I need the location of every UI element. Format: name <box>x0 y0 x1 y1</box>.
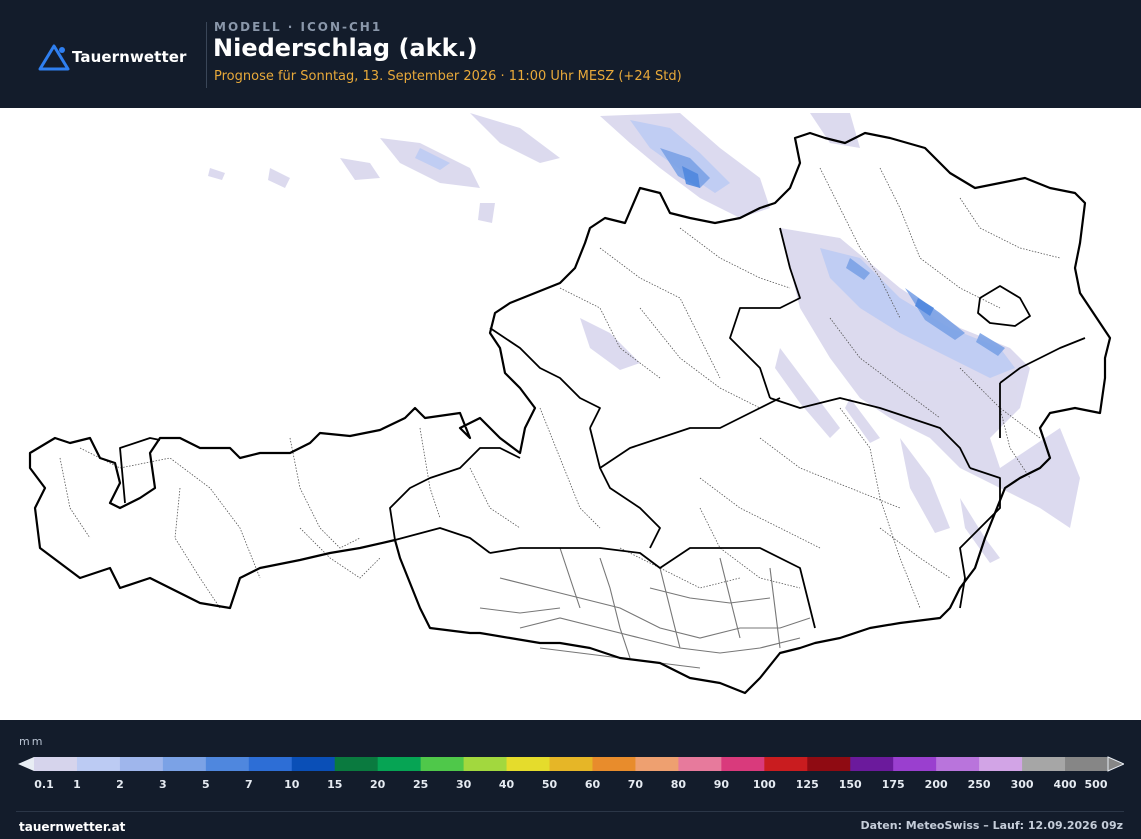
scale-tick-label: 2 <box>116 778 124 791</box>
scale-segment <box>1065 757 1109 771</box>
scale-tick-label: 25 <box>412 778 429 791</box>
scale-tick-label: 300 <box>1010 778 1034 791</box>
scale-tick-label: 0.1 <box>34 778 54 791</box>
color-scale-bar <box>18 756 1124 772</box>
header-bar: Tauernwetter MODELL · ICON-CH1 Niedersch… <box>0 0 1141 108</box>
scale-segment <box>377 757 422 771</box>
scale-tick-label: 3 <box>159 778 167 791</box>
scale-tick-label: 80 <box>670 778 687 791</box>
scale-arrow-high <box>1107 756 1124 772</box>
precipitation-field <box>208 113 1080 563</box>
scale-segment <box>334 757 379 771</box>
scale-arrow-low <box>18 757 34 771</box>
scale-tick-label: 100 <box>752 778 776 791</box>
color-scale-ticks: 0.1 1 2 3 5 7 10 15 20 25 30 40 50 60 70 80 90 100 125 150 1… <box>0 778 1141 792</box>
scale-segment <box>592 757 636 771</box>
scale-segment <box>506 757 551 771</box>
scale-segment <box>979 757 1023 771</box>
site-link[interactable]: tauernwetter.at <box>19 820 125 834</box>
scale-segment <box>721 757 765 771</box>
map-canvas <box>28 113 1112 695</box>
scale-segment <box>291 757 336 771</box>
scale-segment <box>1022 757 1066 771</box>
mountain-logo-icon <box>38 44 70 71</box>
scale-tick-label: 30 <box>455 778 472 791</box>
precipitation-map[interactable] <box>0 108 1141 720</box>
scale-tick-label: 70 <box>627 778 644 791</box>
scale-tick-label: 20 <box>370 778 386 791</box>
header-divider <box>206 22 207 88</box>
scale-segment <box>205 757 250 771</box>
color-scale <box>18 755 1124 773</box>
scale-tick-label: 40 <box>498 778 515 791</box>
river-network <box>479 547 811 669</box>
legend-panel: mm 0.1 1 2 3 5 7 10 15 20 25 30 40 50 60 70 80 90 100 125 1… <box>0 720 1141 839</box>
model-label: MODELL · ICON-CH1 <box>214 20 383 34</box>
scale-segment <box>162 757 207 771</box>
scale-tick-label: 200 <box>924 778 948 791</box>
scale-tick-label: 15 <box>327 778 343 791</box>
brand-name: Tauernwetter <box>72 48 187 66</box>
footer-divider <box>16 811 1124 812</box>
scale-segment <box>76 757 121 771</box>
scale-segment <box>635 757 679 771</box>
scale-tick-label: 10 <box>284 778 300 791</box>
scale-tick-label: 1 <box>73 778 81 791</box>
scale-tick-label: 400 <box>1053 778 1077 791</box>
scale-tick-label: 175 <box>881 778 905 791</box>
legend-unit: mm <box>19 735 45 748</box>
data-credits: Daten: MeteoSwiss – Lauf: 12.09.2026 09z <box>860 819 1123 832</box>
scale-tick-label: 150 <box>838 778 862 791</box>
scale-tick-label: 125 <box>795 778 819 791</box>
scale-tick-label: 250 <box>967 778 991 791</box>
forecast-time: Prognose für Sonntag, 13. September 2026… <box>214 69 682 84</box>
scale-tick-label: 500 <box>1084 778 1108 791</box>
scale-tick-label: 50 <box>541 778 558 791</box>
scale-segment <box>549 757 593 771</box>
scale-segment <box>893 757 937 771</box>
scale-segment <box>764 757 808 771</box>
scale-segment <box>34 757 78 771</box>
scale-segment <box>936 757 980 771</box>
brand-logo[interactable]: Tauernwetter <box>38 42 187 72</box>
scale-segment <box>807 757 851 771</box>
scale-segment <box>463 757 508 771</box>
scale-segment <box>248 757 293 771</box>
scale-segment <box>420 757 465 771</box>
scale-segment <box>678 757 722 771</box>
scale-tick-label: 5 <box>202 778 210 791</box>
scale-tick-label: 60 <box>584 778 601 791</box>
scale-tick-label: 90 <box>713 778 730 791</box>
scale-tick-label: 7 <box>244 778 253 791</box>
map-title: Niederschlag (akk.) <box>213 34 478 62</box>
scale-segment <box>850 757 894 771</box>
scale-segment <box>119 757 164 771</box>
